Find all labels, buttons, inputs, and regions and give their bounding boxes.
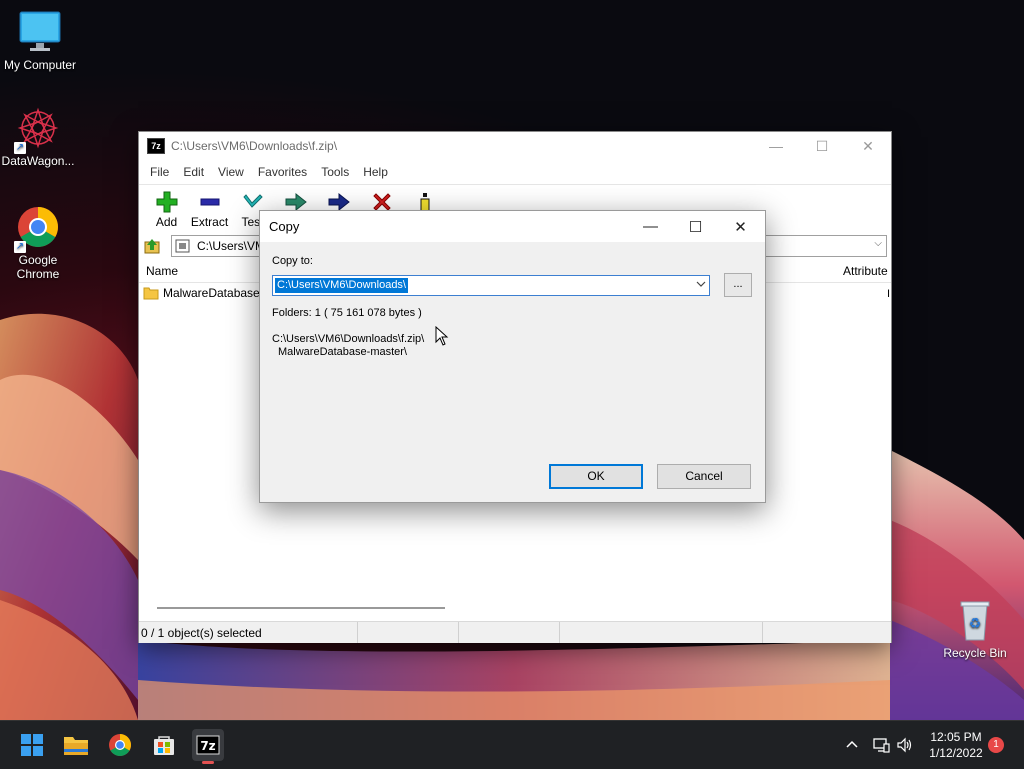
dialog-maximize-button[interactable]: ☐ [673,211,718,242]
dialog-title: Copy [269,219,300,234]
svg-text:♻: ♻ [969,616,982,632]
column-name[interactable]: Name [146,264,178,278]
copy-to-combobox[interactable]: C:\Users\VM6\Downloads\ [272,275,710,296]
chrome-icon: ↗ [14,205,60,253]
dialog-close-button[interactable]: ✕ [718,211,763,242]
show-hidden-icons-button[interactable] [844,721,860,769]
source-path-line-2: MalwareDatabase-master\ [278,346,407,358]
maximize-button[interactable]: ☐ [799,132,845,160]
clock-time: 12:05 PM [930,730,982,744]
desktop-icon-google-chrome[interactable]: ↗ Google Chrome [0,205,78,281]
horizontal-scrollbar[interactable] [157,607,445,609]
file-name: MalwareDatabase- [163,286,264,300]
minus-icon [200,198,219,206]
dialog-minimize-button[interactable]: — [628,211,673,242]
status-bar: 0 / 1 object(s) selected [139,621,891,643]
source-path-line-1: C:\Users\VM6\Downloads\f.zip\ [272,333,425,345]
taskbar-store[interactable] [148,729,180,761]
dialog-title-bar[interactable]: Copy — ☐ ✕ [260,211,765,242]
active-indicator [202,761,214,764]
svg-text:7z: 7z [200,739,215,753]
chevron-down-icon[interactable]: ⌵ [874,238,882,249]
desktop-icon-my-computer[interactable]: My Computer [0,10,80,72]
copy-dialog[interactable]: Copy — ☐ ✕ Copy to: C:\Users\VM6\Downloa… [259,210,766,503]
address-path: C:\Users\VM [197,239,266,253]
mouse-cursor-icon [435,326,449,346]
menu-bar: File Edit View Favorites Tools Help [139,160,891,184]
store-icon [154,736,174,755]
file-explorer-icon [64,737,88,755]
taskbar-7zip[interactable]: 7z [192,729,224,764]
system-clock[interactable]: 12:05 PM 1/12/2022 [924,729,988,761]
chevron-up-icon [846,740,858,748]
cancel-button[interactable]: Cancel [657,464,751,489]
menu-help[interactable]: Help [356,165,395,179]
up-folder-button[interactable] [143,237,161,255]
folder-icon [143,287,159,300]
taskbar-file-explorer[interactable] [60,729,92,761]
desktop-icon-label: Recycle Bin [943,646,1007,660]
menu-edit[interactable]: Edit [176,165,211,179]
menu-file[interactable]: File [143,165,176,179]
desktop-icon-label: My Computer [3,58,77,72]
desktop-icon-datawagon[interactable]: ↗ DataWagon... [0,106,78,168]
file-row[interactable]: MalwareDatabase- [143,284,264,302]
menu-favorites[interactable]: Favorites [251,165,314,179]
browse-button[interactable]: ... [724,273,752,297]
extract-button[interactable]: Extract [188,185,231,235]
plus-icon [156,191,177,213]
recycle-bin-icon: ♻ [953,598,997,642]
title-bar[interactable]: 7z C:\Users\VM6\Downloads\f.zip\ — ☐ ✕ [139,132,891,160]
column-attributes[interactable]: Attribute [843,264,888,278]
notification-badge[interactable]: 1 [988,737,1004,753]
copy-to-label: Copy to: [272,255,313,267]
7zip-icon: 7z [196,735,220,755]
status-packed [459,622,560,643]
taskbar-chrome[interactable] [104,729,136,761]
start-button[interactable] [16,729,48,761]
network-button[interactable] [872,721,890,769]
7zip-app-icon: 7z [147,138,165,154]
source-path: C:\Users\VM6\Downloads\f.zip\ MalwareDat… [272,333,424,359]
up-folder-icon [144,239,160,254]
extract-label: Extract [190,215,229,229]
file-attribute: I [887,288,891,300]
ok-button[interactable]: OK [549,464,643,489]
shortcut-arrow-icon: ↗ [14,241,26,253]
start-icon [21,734,43,756]
monitor-icon [18,10,62,54]
datawagon-icon: ↗ [14,106,60,154]
status-size [358,622,459,643]
folders-info: Folders: 1 ( 75 161 078 bytes ) [272,307,422,319]
status-selected: 0 / 1 object(s) selected [139,622,358,643]
archive-icon [175,239,190,253]
shortcut-arrow-icon: ↗ [14,142,26,154]
clock-date: 1/12/2022 [929,746,983,760]
copy-to-value: C:\Users\VM6\Downloads\ [275,278,408,293]
menu-view[interactable]: View [211,165,251,179]
network-icon [873,738,890,753]
menu-tools[interactable]: Tools [314,165,356,179]
volume-icon [897,737,912,753]
close-button[interactable]: ✕ [845,132,891,160]
add-button[interactable]: Add [145,185,188,235]
minimize-button[interactable]: — [753,132,799,160]
chrome-icon [109,734,131,756]
taskbar: 7z 12:05 PM 1/12/2022 1 [0,720,1024,769]
add-label: Add [155,215,178,229]
chevron-down-icon[interactable] [696,279,706,289]
window-title: C:\Users\VM6\Downloads\f.zip\ [171,139,338,153]
desktop-icon-recycle-bin[interactable]: ♻ Recycle Bin [935,598,1015,660]
status-modified [560,622,763,643]
desktop-icon-label: Google Chrome [16,253,60,281]
volume-button[interactable] [896,721,914,769]
desktop-icon-label: DataWagon... [1,154,75,168]
